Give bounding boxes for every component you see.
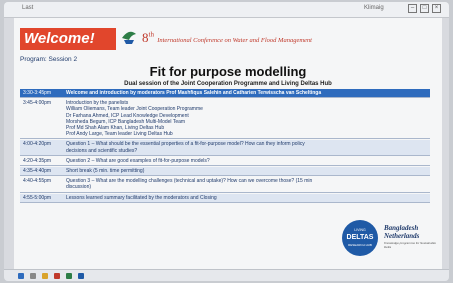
logo-text: RESEARCH HUB [348, 243, 372, 247]
schedule-description: Question 3 – What are the modelling chal… [66, 178, 430, 190]
logo-text: DELTAS [346, 234, 374, 241]
schedule-row: 4:20-4:35pm Question 2 – What are good ex… [20, 157, 430, 165]
schedule-line: Lessons learned summary facilitated by t… [66, 194, 217, 201]
tab-label[interactable]: Last [22, 5, 33, 11]
schedule-row: 4:35-4:40pm Short break (5 min. time perm… [20, 167, 430, 176]
schedule-line: Question 2 – What are good examples of f… [66, 157, 210, 164]
minimize-icon[interactable]: – [408, 4, 417, 13]
page-title: Fit for purpose modelling [149, 64, 307, 79]
schedule-time: 3:30-3:45pm [23, 90, 52, 96]
schedule-time: 4:20-4:35pm [23, 157, 52, 164]
presentation-slide: Welcome! 8th International Conference on… [14, 18, 442, 270]
logo-text: Bangladesh Netherlands [384, 224, 420, 240]
schedule-description: Lessons learned summary facilitated by t… [66, 195, 430, 201]
close-icon[interactable]: × [432, 4, 441, 13]
program-label: Program: Session 2 [20, 56, 78, 63]
logo-text: LIVING [354, 228, 366, 232]
row-divider [20, 175, 430, 177]
folder-icon[interactable] [42, 273, 48, 279]
taskbar [4, 269, 449, 281]
browser-top-strip: Last Klimaig – □ × [4, 2, 449, 18]
logo-text: Knowledge programme for Sustainable Delt… [384, 241, 436, 249]
row-divider [20, 138, 430, 140]
welcome-banner: Welcome! [20, 28, 116, 50]
maximize-icon[interactable]: □ [420, 4, 429, 13]
schedule-row: 4:00-4:20pm Question 1 – What should be t… [20, 140, 430, 155]
living-deltas-logo: LIVING DELTAS RESEARCH HUB [342, 220, 378, 256]
row-divider [20, 154, 430, 156]
app-icon[interactable] [66, 273, 72, 279]
conference-logo-icon [122, 31, 136, 44]
schedule-time: 4:40-4:55pm [23, 178, 52, 185]
tab-label[interactable]: Klimaig [364, 5, 384, 11]
conference-name: International Conference on Water and Fl… [157, 37, 312, 44]
schedule-time: 4:55-5:00pm [23, 194, 52, 201]
row-divider [20, 165, 430, 166]
schedule-description: Introduction by the panelists William Oli… [66, 100, 430, 137]
photo-frame: Last Klimaig – □ × Welcome! 8th Internat… [4, 2, 449, 281]
schedule-line: discussion) [66, 184, 92, 191]
schedule-line: Short break (5 min. time permitting) [66, 168, 145, 174]
bangladesh-netherlands-logo: Bangladesh Netherlands Knowledge program… [384, 224, 440, 254]
start-icon[interactable] [18, 273, 24, 279]
conference-number-suffix: th [148, 30, 154, 39]
schedule-line: decisions and scientific studies? [66, 147, 138, 154]
schedule-description: Short break (5 min. time permitting) [66, 168, 430, 174]
schedule-row: 3:45-4:00pm Introduction by the panelists… [20, 99, 430, 138]
page-subtitle: Dual session of the Joint Cooperation Pr… [124, 81, 332, 87]
row-divider [20, 201, 430, 203]
schedule-description: Welcome and introduction by moderators P… [66, 90, 430, 96]
schedule-description: Question 2 – What are good examples of f… [66, 158, 430, 164]
app-icon[interactable] [78, 273, 84, 279]
search-icon[interactable] [30, 273, 36, 279]
schedule-row: 3:30-3:45pm Welcome and introduction by m… [20, 89, 430, 98]
schedule-time: 4:35-4:40pm [23, 168, 52, 174]
schedule-row: 4:40-4:55pm Question 3 – What are the mod… [20, 177, 430, 191]
row-divider [20, 97, 430, 99]
schedule-line: Prof Andy Large, Team leader Living Delt… [66, 131, 173, 138]
row-divider [20, 191, 430, 193]
schedule-time: 3:45-4:00pm [23, 100, 52, 107]
schedule-line: Welcome and introduction by moderators P… [66, 90, 322, 96]
schedule-time: 4:00-4:20pm [23, 141, 52, 148]
conference-title: 8th International Conference on Water an… [142, 30, 442, 46]
app-icon[interactable] [54, 273, 60, 279]
schedule-description: Question 1 – What should be the essentia… [66, 141, 430, 153]
schedule-row: 4:55-5:00pm Lessons learned summary facil… [20, 193, 430, 202]
